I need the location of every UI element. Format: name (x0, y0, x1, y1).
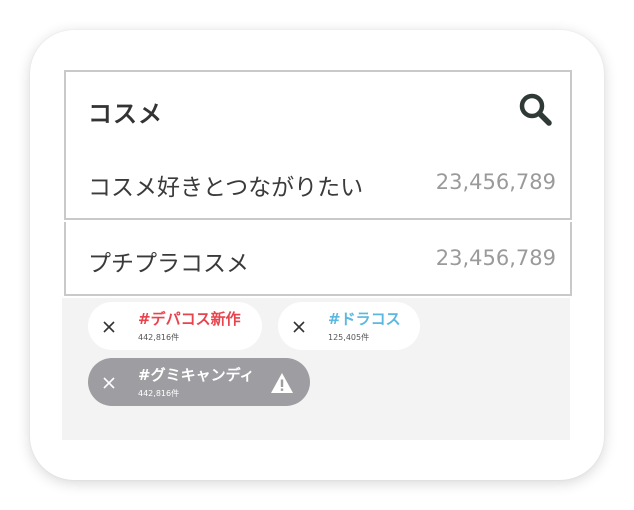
suggestion-label: コスメ好きとつながりたい (88, 175, 364, 201)
close-icon[interactable] (292, 320, 306, 334)
tag-chip-label: #ドラコス (328, 310, 401, 328)
tag-chip-count: 442,816件 (138, 333, 180, 342)
tag-chip[interactable]: #ドラコス 125,405件 (278, 302, 420, 350)
search-icon[interactable] (518, 92, 552, 126)
suggestion-count: 23,456,789 (435, 170, 556, 194)
tag-chip-label: #グミキャンディ (138, 366, 255, 384)
selected-tags-area: #デパコス新作 442,816件 #ドラコス 125,405件 #グミキャンディ… (62, 298, 570, 440)
tag-chip-count: 125,405件 (328, 333, 370, 342)
warning-icon (271, 373, 293, 393)
tag-chip-warning[interactable]: #グミキャンディ 442,816件 (88, 358, 310, 406)
suggestion-item[interactable]: コスメ好きとつながりたい 23,456,789 (64, 146, 572, 220)
search-input[interactable]: コスメ (64, 70, 572, 148)
close-icon[interactable] (102, 320, 116, 334)
suggestion-label: プチプラコスメ (88, 251, 249, 277)
tag-chip[interactable]: #デパコス新作 442,816件 (88, 302, 262, 350)
search-query-text: コスメ (88, 100, 163, 128)
suggestion-count: 23,456,789 (435, 246, 556, 270)
tag-chip-count: 442,816件 (138, 389, 180, 398)
close-icon[interactable] (102, 376, 116, 390)
suggestion-item[interactable]: プチプラコスメ 23,456,789 (64, 222, 572, 296)
tag-chip-label: #デパコス新作 (138, 310, 241, 328)
